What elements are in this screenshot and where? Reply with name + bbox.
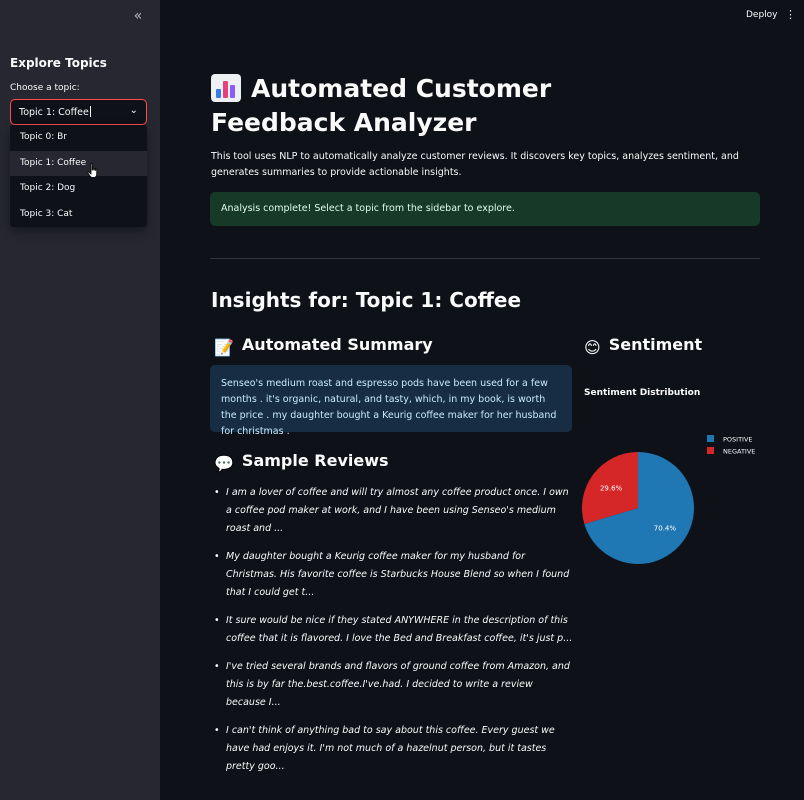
pie-label-negative: 29.6% bbox=[600, 484, 623, 492]
topic-option[interactable]: Topic 3: Cat bbox=[10, 202, 147, 228]
legend-label-negative: NEGATIVE bbox=[723, 448, 755, 456]
summary-box: Senseo's medium roast and espresso pods … bbox=[210, 365, 572, 437]
text-caret bbox=[89, 106, 91, 117]
success-alert: Analysis complete! Select a topic from t… bbox=[210, 192, 760, 226]
legend-swatch-negative bbox=[707, 447, 714, 454]
reviews-heading: 💬 Sample Reviews bbox=[214, 451, 389, 473]
hand-pointer-icon bbox=[87, 163, 98, 178]
review-item: I can't think of anything bad to say abo… bbox=[212, 722, 574, 776]
memo-emoji: 📝 bbox=[214, 338, 234, 357]
review-item: I've tried several brands and flavors of… bbox=[212, 658, 574, 712]
chevron-down-icon[interactable]: ⌄ bbox=[130, 105, 138, 116]
summary-heading: 📝 Automated Summary bbox=[214, 335, 433, 357]
topic-option[interactable]: Topic 0: Br bbox=[10, 125, 147, 151]
review-item: My daughter bought a Keurig coffee maker… bbox=[212, 548, 574, 602]
smiling-face-emoji: 😊 bbox=[584, 338, 601, 357]
speech-bubble-emoji: 💬 bbox=[214, 454, 234, 473]
sentiment-pie-chart: 70.4% 29.6% POSITIVE NEGATIVE bbox=[582, 435, 755, 564]
bar-chart-emoji bbox=[211, 74, 241, 102]
topic-option[interactable]: Topic 1: Coffee bbox=[10, 150, 147, 176]
topic-dropdown-menu: Topic 0: Br Topic 1: Coffee Topic 2: Dog… bbox=[10, 125, 147, 227]
kebab-menu-icon[interactable]: ⋮ bbox=[785, 8, 796, 21]
review-item: I am a lover of coffee and will try almo… bbox=[212, 484, 574, 538]
divider bbox=[210, 258, 760, 259]
topic-select-value[interactable]: Topic 1: Coffee bbox=[19, 106, 91, 118]
pie-label-positive: 70.4% bbox=[654, 525, 677, 533]
page-title: Automated Customer Feedback Analyzer bbox=[211, 74, 552, 137]
double-chevron-left-icon[interactable]: « bbox=[130, 8, 146, 24]
sentiment-heading: 😊 Sentiment bbox=[584, 335, 703, 357]
review-item: It sure would be nice if they stated ANY… bbox=[212, 612, 574, 648]
topic-option[interactable]: Topic 2: Dog bbox=[10, 176, 147, 202]
app-description: This tool uses NLP to automatically anal… bbox=[211, 151, 739, 178]
topic-select[interactable]: Topic 1: Coffee ⌄ bbox=[10, 99, 147, 125]
insights-heading: Insights for: Topic 1: Coffee bbox=[211, 288, 522, 312]
review-list: I am a lover of coffee and will try almo… bbox=[212, 484, 574, 786]
sidebar-title: Explore Topics bbox=[10, 56, 107, 70]
topic-select-label: Choose a topic: bbox=[10, 83, 80, 93]
chart-title: Sentiment Distribution bbox=[584, 388, 701, 398]
legend-swatch-positive bbox=[707, 435, 714, 442]
legend-label-positive: POSITIVE bbox=[723, 436, 753, 444]
sidebar: « Explore Topics Choose a topic: Topic 1… bbox=[0, 0, 160, 800]
deploy-button[interactable]: Deploy bbox=[746, 10, 778, 20]
